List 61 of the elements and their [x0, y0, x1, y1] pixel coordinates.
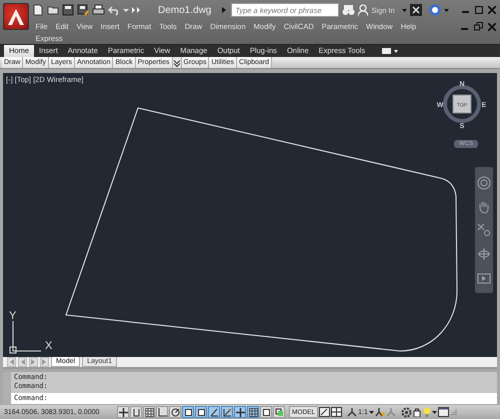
undo-icon[interactable]: [108, 4, 120, 16]
save-as-icon[interactable]: [77, 4, 89, 16]
close-icon[interactable]: [488, 22, 496, 30]
window-title: Demo1.dwg: [158, 4, 212, 16]
crosshair-icon: [118, 408, 128, 417]
status-toggle[interactable]: [117, 406, 129, 418]
application-button[interactable]: [3, 3, 29, 30]
grid-icon: [248, 408, 258, 417]
restore-icon[interactable]: [474, 22, 483, 31]
maximize-icon[interactable]: [475, 6, 483, 14]
polar-icon: [170, 408, 180, 417]
right-angle-icon: [158, 408, 166, 417]
caret-icon: [222, 4, 226, 16]
clean-screen-icon[interactable]: [438, 407, 449, 418]
status-toggle[interactable]: [247, 406, 259, 418]
status-toggle[interactable]: [234, 406, 246, 418]
camera-icon[interactable]: [382, 47, 398, 55]
bracket-icon: [132, 408, 140, 417]
save-icon[interactable]: [62, 4, 74, 16]
layout-icon[interactable]: [331, 407, 342, 418]
stack-icon: [274, 408, 284, 417]
lock-icon[interactable]: [412, 407, 422, 418]
axis-label: Y: [9, 310, 16, 322]
status-toggle[interactable]: [208, 406, 220, 418]
axis-label: X: [45, 340, 52, 352]
exchange-icon[interactable]: [410, 4, 422, 16]
status-toggle[interactable]: [143, 406, 155, 418]
status-toggle[interactable]: [182, 406, 194, 418]
printer-icon[interactable]: [92, 4, 105, 16]
annotation-visibility-icon[interactable]: [374, 407, 385, 418]
grid-icon: [144, 408, 154, 417]
gear-icon[interactable]: [400, 406, 412, 418]
status-toggle[interactable]: [195, 406, 207, 418]
binoculars-icon[interactable]: [342, 4, 356, 16]
angle-icon: [210, 408, 218, 417]
status-toggle[interactable]: [221, 406, 233, 418]
annotation-icon[interactable]: [347, 407, 358, 418]
overflow-icon[interactable]: [132, 4, 141, 16]
ucs-icon: [10, 320, 42, 354]
arrow-icon: [222, 408, 232, 417]
folder-icon[interactable]: [47, 4, 59, 16]
status-toggle[interactable]: [260, 406, 272, 418]
new-file-icon[interactable]: [32, 4, 44, 16]
status-toggle[interactable]: [169, 406, 181, 418]
status-toggle[interactable]: [130, 406, 142, 418]
square-icon: [196, 408, 206, 417]
zoom-icon[interactable]: [477, 223, 491, 238]
square-icon: [262, 408, 270, 417]
hand-icon[interactable]: [477, 200, 491, 214]
user-icon[interactable]: [358, 4, 368, 16]
orbit-icon[interactable]: [477, 246, 491, 261]
status-toggle[interactable]: [273, 406, 285, 418]
close-icon[interactable]: [488, 6, 496, 14]
steering-wheel-icon[interactable]: [477, 176, 491, 190]
square-icon: [184, 408, 192, 417]
compass-ring[interactable]: [443, 85, 481, 124]
crosshair-icon: [236, 408, 244, 417]
resize-grip-icon[interactable]: [450, 408, 457, 416]
help-icon[interactable]: [428, 4, 441, 16]
status-toggle[interactable]: [156, 406, 168, 418]
viewport-icon[interactable]: [319, 407, 330, 418]
